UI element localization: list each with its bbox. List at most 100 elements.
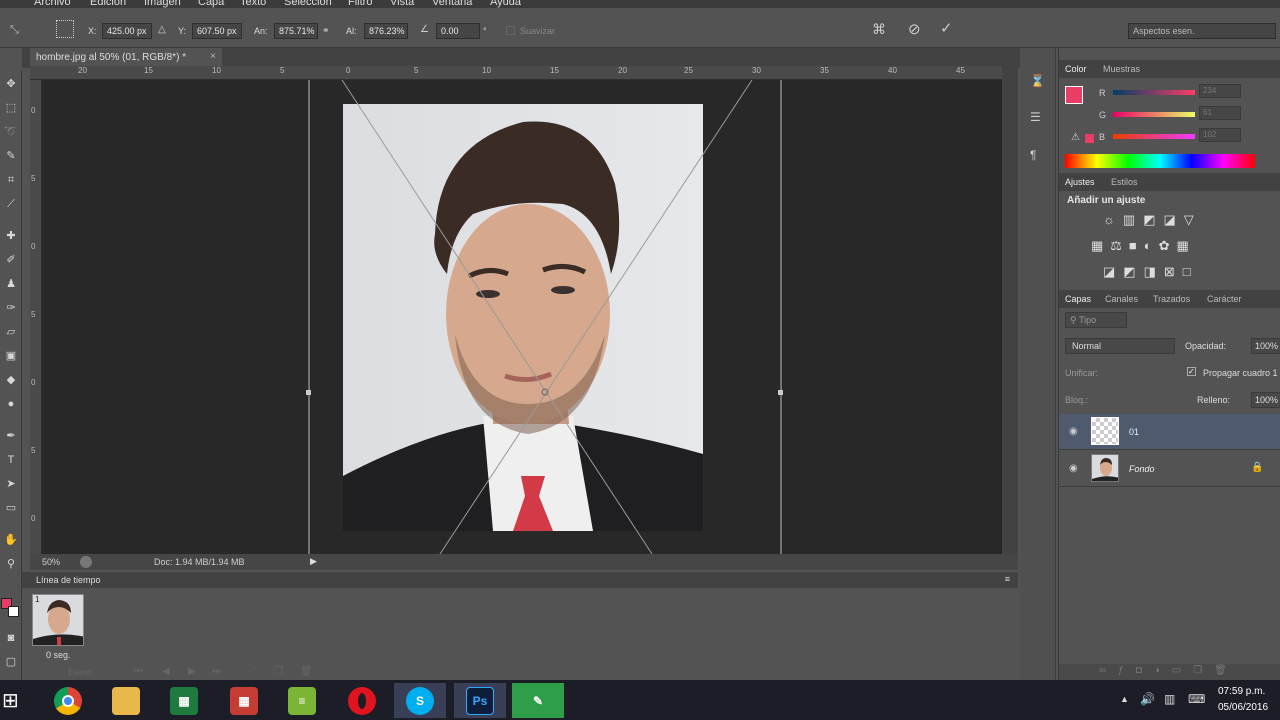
dodge-tool-icon[interactable]: ● — [3, 396, 19, 412]
adjustment-icons-row-2[interactable]: ▦⚖■◐✿▦ — [1091, 238, 1196, 254]
menu-vista[interactable]: Vista — [390, 0, 414, 8]
layer-visibility-eye-icon[interactable]: ◉ — [1069, 426, 1083, 437]
screen-mode-icon[interactable]: ▢ — [3, 654, 19, 670]
tab-swatches[interactable]: Muestras — [1103, 64, 1140, 74]
layer-footer-icons[interactable]: ∞ƒ◘◑▭❐🗑 — [1099, 665, 1239, 676]
pen-tool-icon[interactable]: ✒ — [3, 428, 19, 444]
propagate-checkbox[interactable]: ✓ — [1187, 367, 1196, 376]
document-tab[interactable]: hombre.jpg al 50% (01, RGB/8*) * × — [30, 48, 222, 68]
blue-value[interactable]: 102 — [1199, 128, 1241, 142]
workspace-select[interactable]: Aspectos esen. — [1128, 23, 1276, 39]
type-tool-icon[interactable]: T — [3, 452, 19, 468]
menu-archivo[interactable]: Archivo — [34, 0, 71, 8]
marquee-tool-icon[interactable]: ⬚ — [3, 100, 19, 116]
blur-tool-icon[interactable]: ◆ — [3, 372, 19, 388]
clock-date[interactable]: 05/06/2016 — [1218, 702, 1268, 713]
first-frame-icon[interactable]: ⏮ — [134, 666, 143, 677]
tab-channels[interactable]: Canales — [1105, 294, 1138, 304]
tween-icon[interactable]: ⋰ — [246, 666, 256, 677]
warp-icon[interactable]: ⌘ — [872, 21, 886, 38]
red-value[interactable]: 234 — [1199, 84, 1241, 98]
hand-tool-icon[interactable]: ✋ — [3, 532, 19, 548]
adjustment-icons-row-3[interactable]: ◪◩◨⊠□ — [1103, 264, 1199, 280]
width-field[interactable]: 875.71% — [274, 23, 318, 39]
fill-field[interactable]: 100% — [1251, 392, 1280, 408]
menu-imagen[interactable]: Imagen — [144, 0, 181, 8]
close-tab-icon[interactable]: × — [210, 51, 216, 62]
eraser-tool-icon[interactable]: ▱ — [3, 324, 19, 340]
height-field[interactable]: 876.23% — [364, 23, 408, 39]
properties-panel-icon[interactable]: ☰ — [1030, 110, 1041, 124]
quick-mask-icon[interactable]: ◙ — [3, 630, 19, 646]
paragraph-panel-icon[interactable]: ¶ — [1030, 148, 1036, 162]
blend-mode-select[interactable]: Normal — [1065, 338, 1175, 354]
eyedropper-tool-icon[interactable]: ⟋ — [3, 196, 19, 212]
tab-adjustments[interactable]: Ajustes — [1065, 177, 1095, 187]
menu-texto[interactable]: Texto — [240, 0, 266, 8]
explorer-task[interactable] — [100, 683, 152, 718]
crop-tool-icon[interactable]: ⌗ — [3, 172, 19, 188]
apps-task[interactable]: ▦ — [218, 683, 270, 718]
tab-color[interactable]: Color — [1065, 64, 1087, 74]
stamp-tool-icon[interactable]: ♟ — [3, 276, 19, 292]
tab-styles[interactable]: Estilos — [1111, 177, 1138, 187]
prev-frame-icon[interactable]: ◀ — [162, 666, 170, 677]
reference-point-icon[interactable] — [56, 20, 74, 38]
tray-up-arrow-icon[interactable]: ▲ — [1120, 694, 1129, 704]
layer-row-fondo[interactable]: ◉ Fondo 🔒 — [1059, 451, 1280, 487]
menu-capa[interactable]: Capa — [198, 0, 224, 8]
canvas-scrollbar[interactable] — [1002, 66, 1018, 554]
cancel-icon[interactable]: ⊘ — [908, 20, 921, 38]
path-select-tool-icon[interactable]: ➤ — [3, 476, 19, 492]
books-task[interactable]: ≡ — [276, 683, 328, 718]
background-color-swatch[interactable] — [8, 606, 19, 617]
frame-delay[interactable]: 0 seg. — [46, 650, 71, 660]
quick-select-tool-icon[interactable]: ✎ — [3, 148, 19, 164]
timeline-frame[interactable]: 1 — [32, 594, 84, 646]
menu-edicion[interactable]: Edición — [90, 0, 126, 8]
network-icon[interactable]: ▥ — [1164, 692, 1175, 706]
chrome-task[interactable] — [42, 683, 94, 718]
volume-icon[interactable]: 🔊 — [1140, 692, 1155, 706]
layer-row-01[interactable]: ◉ 01 — [1059, 414, 1280, 450]
excel-task[interactable]: ▦ — [158, 683, 210, 718]
windows-start-icon[interactable]: ⊞ — [2, 688, 19, 713]
layer-filter-select[interactable]: ⚲ Tipo — [1065, 312, 1127, 328]
color-spectrum[interactable] — [1065, 154, 1255, 168]
layer-name[interactable]: 01 — [1129, 427, 1139, 437]
move-tool-icon[interactable]: ✥ — [3, 76, 19, 92]
timeline-menu-icon[interactable]: ≡ — [1005, 574, 1010, 584]
delete-frame-icon[interactable]: 🗑 — [300, 666, 313, 677]
x-field[interactable]: 425.00 px — [102, 23, 152, 39]
green-slider[interactable] — [1113, 112, 1195, 117]
photoshop-task[interactable]: Ps — [454, 683, 506, 718]
transform-tool-icon[interactable]: ⤡ — [10, 24, 19, 37]
green-app-task[interactable]: ✎ — [512, 683, 564, 718]
loop-option[interactable]: Eterno — [68, 668, 92, 677]
brush-tool-icon[interactable]: ✐ — [3, 252, 19, 268]
keyboard-icon[interactable]: ⌨ — [1188, 692, 1205, 706]
history-panel-icon[interactable]: ⌛ — [1030, 74, 1045, 88]
green-value[interactable]: 61 — [1199, 106, 1241, 120]
transform-bounding-box[interactable] — [42, 80, 1002, 554]
menu-ayuda[interactable]: Ayuda — [490, 0, 521, 8]
status-info-icon[interactable] — [80, 556, 92, 568]
history-brush-tool-icon[interactable]: ✑ — [3, 300, 19, 316]
next-frame-icon[interactable]: ⏭ — [212, 666, 221, 677]
play-icon[interactable]: ▶ — [188, 666, 196, 677]
gradient-tool-icon[interactable]: ▣ — [3, 348, 19, 364]
menu-seleccion[interactable]: Selección — [284, 0, 332, 8]
zoom-tool-icon[interactable]: ⚲ — [3, 556, 19, 572]
delta-icon[interactable]: △ — [158, 24, 166, 35]
clock-time[interactable]: 07:59 p.m. — [1218, 686, 1265, 697]
layer-name[interactable]: Fondo — [1129, 464, 1155, 474]
healing-tool-icon[interactable]: ✚ — [3, 228, 19, 244]
lasso-tool-icon[interactable]: ➰ — [3, 124, 19, 140]
link-icon[interactable]: ⚭ — [322, 25, 330, 36]
shape-tool-icon[interactable]: ▭ — [3, 500, 19, 516]
zoom-level[interactable]: 50% — [42, 557, 60, 567]
blue-slider[interactable] — [1113, 134, 1195, 139]
skype-task[interactable]: S — [394, 683, 446, 718]
tab-layers[interactable]: Capas — [1065, 294, 1091, 304]
menu-filtro[interactable]: Filtro — [348, 0, 372, 8]
